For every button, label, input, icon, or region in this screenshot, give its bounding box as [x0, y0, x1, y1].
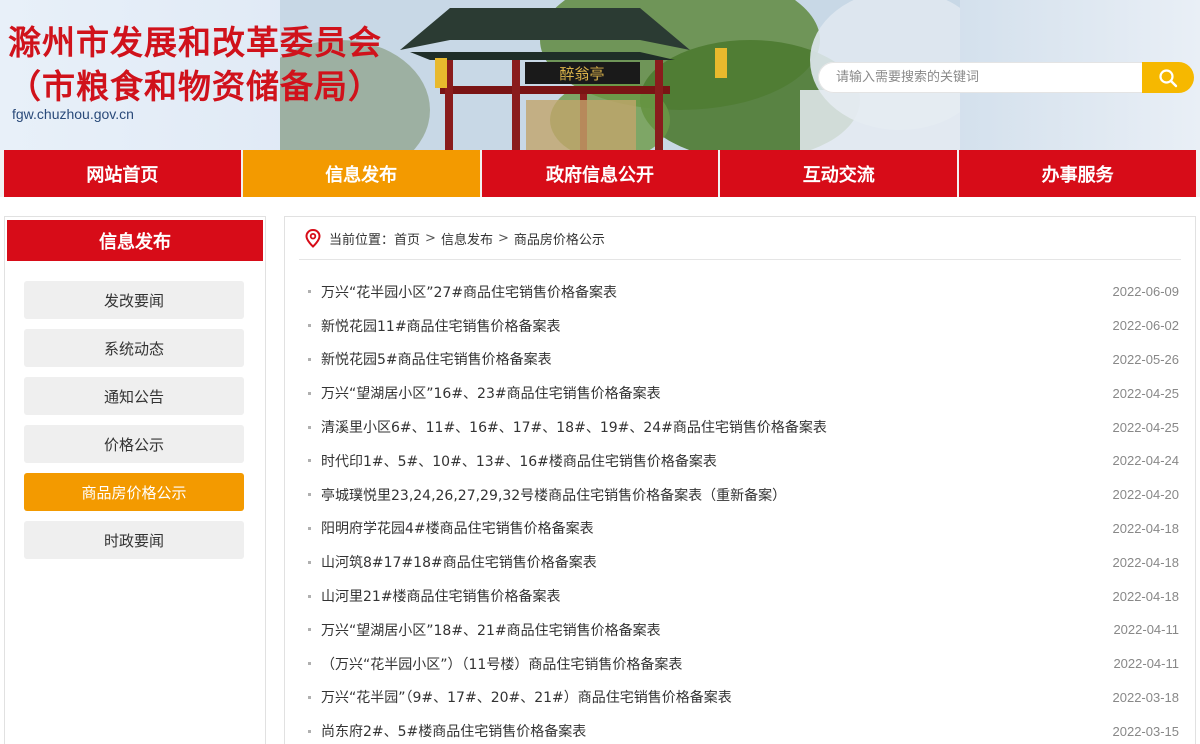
breadcrumb-current[interactable]: 商品房价格公示: [514, 229, 605, 248]
news-list-item: 万兴“望湖居小区”18#、21#商品住宅销售价格备案表 2022-04-11: [299, 613, 1181, 647]
sidebar-item-notices[interactable]: 通知公告: [24, 377, 244, 415]
nav-interaction[interactable]: 互动交流: [720, 150, 958, 197]
news-title-link[interactable]: （万兴“花半园小区”）（11号楼）商品住宅销售价格备案表: [321, 654, 682, 674]
sidebar-item-reform-news[interactable]: 发改要闻: [24, 281, 244, 319]
news-list-item: 亭城璞悦里23,24,26,27,29,32号楼商品住宅销售价格备案表（重新备案…: [299, 478, 1181, 512]
news-date: 2022-04-25: [1112, 385, 1180, 401]
breadcrumb-info-release[interactable]: 信息发布: [441, 229, 493, 248]
news-date: 2022-04-18: [1112, 520, 1180, 536]
news-list-item: 万兴“花半园”（9#、17#、20#、21#）商品住宅销售价格备案表 2022-0…: [299, 681, 1181, 715]
search-button[interactable]: [1142, 62, 1194, 93]
bullet-dot: [308, 459, 311, 463]
bullet-dot: [308, 594, 311, 598]
bullet-dot: [308, 662, 311, 666]
news-title-link[interactable]: 山河里21#楼商品住宅销售价格备案表: [321, 586, 561, 606]
news-date: 2022-04-11: [1113, 622, 1179, 638]
news-date: 2022-04-11: [1113, 656, 1179, 672]
news-date: 2022-03-18: [1112, 689, 1180, 705]
main-nav: 网站首页 信息发布 政府信息公开 互动交流 办事服务: [0, 150, 1200, 197]
news-list-item: 新悦花园5#商品住宅销售价格备案表 2022-05-26: [299, 343, 1181, 377]
location-pin-icon: [305, 228, 321, 248]
pavilion-sign: 醉翁亭: [559, 65, 604, 83]
bullet-dot: [308, 560, 311, 564]
sidebar-title: 信息发布: [7, 220, 263, 261]
news-list-item: 万兴“花半园小区”27#商品住宅销售价格备案表 2022-06-09: [299, 275, 1181, 309]
site-domain: fgw.chuzhou.gov.cn: [12, 106, 134, 122]
breadcrumb-separator: >: [497, 230, 509, 246]
main-content: 当前位置： 首页 > 信息发布 > 商品房价格公示 万兴“花半园小区”27#商品…: [284, 216, 1196, 744]
news-date: 2022-04-24: [1112, 453, 1180, 469]
news-list: 万兴“花半园小区”27#商品住宅销售价格备案表 2022-06-09 新悦花园11…: [299, 275, 1181, 744]
breadcrumb: 当前位置： 首页 > 信息发布 > 商品房价格公示: [299, 217, 1181, 260]
news-date: 2022-04-25: [1112, 419, 1180, 435]
site-header: 醉翁亭 滁州市发展和改革委员会 （市粮食和物资储备局） fgw.chuzhou.…: [0, 0, 1200, 150]
news-title-link[interactable]: 山河筑8#17#18#商品住宅销售价格备案表: [321, 552, 597, 572]
bullet-dot: [308, 290, 311, 294]
news-date: 2022-04-18: [1112, 588, 1180, 604]
bullet-dot: [308, 357, 311, 361]
breadcrumb-prefix: 当前位置：: [329, 232, 395, 248]
bullet-dot: [308, 729, 311, 733]
breadcrumb-separator: >: [425, 230, 436, 246]
site-title-line1: 滁州市发展和改革委员会: [8, 23, 382, 62]
sidebar-item-price-notice[interactable]: 价格公示: [24, 425, 244, 463]
nav-services[interactable]: 办事服务: [959, 150, 1196, 197]
news-list-item: 万兴“望湖居小区”16#、23#商品住宅销售价格备案表 2022-04-25: [299, 376, 1181, 410]
bullet-dot: [308, 391, 311, 395]
search-input[interactable]: [818, 62, 1142, 93]
news-list-item: （万兴“花半园小区”）（11号楼）商品住宅销售价格备案表 2022-04-11: [299, 647, 1181, 681]
nav-home[interactable]: 网站首页: [4, 150, 241, 197]
news-date: 2022-04-18: [1112, 554, 1180, 570]
news-title-link[interactable]: 万兴“望湖居小区”18#、21#商品住宅销售价格备案表: [321, 620, 661, 640]
breadcrumb-home[interactable]: 首页: [394, 229, 420, 248]
news-title-link[interactable]: 万兴“花半园小区”27#商品住宅销售价格备案表: [321, 282, 617, 302]
news-list-item: 时代印1#、5#、10#、13#、16#楼商品住宅销售价格备案表 2022-04-…: [299, 444, 1181, 478]
news-list-item: 清溪里小区6#、11#、16#、17#、18#、19#、24#商品住宅销售价格备…: [299, 410, 1181, 444]
news-date: 2022-06-02: [1112, 318, 1180, 334]
news-title-link[interactable]: 亭城璞悦里23,24,26,27,29,32号楼商品住宅销售价格备案表（重新备案…: [321, 485, 786, 505]
news-date: 2022-03-15: [1112, 723, 1180, 739]
news-list-item: 阳明府学花园4#楼商品住宅销售价格备案表 2022-04-18: [299, 512, 1181, 546]
news-list-item: 山河里21#楼商品住宅销售价格备案表 2022-04-18: [299, 579, 1181, 613]
news-date: 2022-05-26: [1112, 351, 1180, 367]
news-list-item: 尚东府2#、5#楼商品住宅销售价格备案表 2022-03-15: [299, 714, 1181, 744]
sidebar-item-system-news[interactable]: 系统动态: [24, 329, 244, 367]
nav-gov-info-disclosure[interactable]: 政府信息公开: [481, 150, 719, 197]
news-title-link[interactable]: 尚东府2#、5#楼商品住宅销售价格备案表: [321, 721, 586, 741]
bullet-dot: [308, 324, 311, 328]
search-box: [818, 62, 1194, 93]
news-title-link[interactable]: 新悦花园5#商品住宅销售价格备案表: [321, 349, 552, 369]
bullet-dot: [308, 628, 311, 632]
sidebar: 信息发布 发改要闻 系统动态 通知公告 价格公示 商品房价格公示 时政要闻: [4, 216, 266, 744]
bullet-dot: [308, 425, 311, 429]
news-title-link[interactable]: 新悦花园11#商品住宅销售价格备案表: [321, 316, 561, 336]
news-title-link[interactable]: 时代印1#、5#、10#、13#、16#楼商品住宅销售价格备案表: [321, 451, 717, 471]
news-list-item: 新悦花园11#商品住宅销售价格备案表 2022-06-02: [299, 309, 1181, 343]
news-date: 2022-04-20: [1112, 487, 1180, 503]
news-title-link[interactable]: 万兴“花半园”（9#、17#、20#、21#）商品住宅销售价格备案表: [321, 687, 732, 707]
news-list-item: 山河筑8#17#18#商品住宅销售价格备案表 2022-04-18: [299, 545, 1181, 579]
sidebar-item-housing-price[interactable]: 商品房价格公示: [24, 473, 244, 511]
bullet-dot: [308, 526, 311, 530]
news-title-link[interactable]: 清溪里小区6#、11#、16#、17#、18#、19#、24#商品住宅销售价格备…: [321, 417, 827, 437]
magnifier-icon: [1159, 68, 1178, 87]
news-date: 2022-06-09: [1112, 284, 1180, 300]
site-title-line2: （市粮食和物资储备局）: [8, 67, 382, 106]
news-title-link[interactable]: 万兴“望湖居小区”16#、23#商品住宅销售价格备案表: [321, 383, 661, 403]
nav-info-release[interactable]: 信息发布: [242, 150, 480, 197]
bullet-dot: [308, 695, 311, 699]
bullet-dot: [308, 493, 311, 497]
sidebar-item-political-news[interactable]: 时政要闻: [24, 521, 244, 559]
sidebar-menu: 发改要闻 系统动态 通知公告 价格公示 商品房价格公示 时政要闻: [5, 281, 265, 559]
news-title-link[interactable]: 阳明府学花园4#楼商品住宅销售价格备案表: [321, 518, 594, 538]
